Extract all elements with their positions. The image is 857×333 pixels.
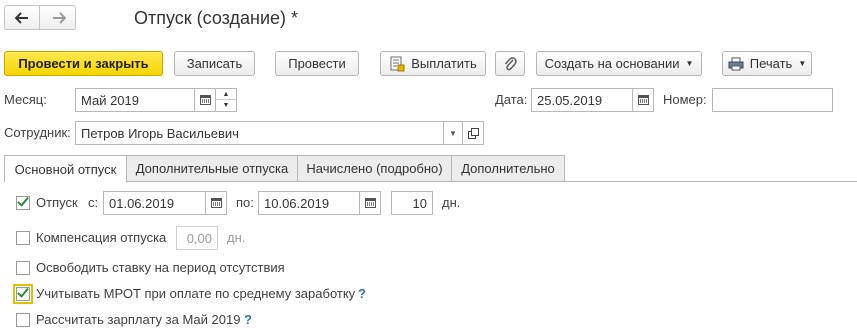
tab-additional[interactable]: Дополнительно xyxy=(451,155,565,182)
vacation-days-field[interactable]: 10 xyxy=(391,191,433,215)
mrot-help-icon[interactable]: ? xyxy=(358,286,366,301)
compensation-label: Компенсация отпуска xyxy=(36,230,167,245)
tab-main-vacation[interactable]: Основной отпуск xyxy=(4,155,127,183)
save-button[interactable]: Записать xyxy=(174,51,255,76)
release-rate-label: Освободить ставку на период отсутствия xyxy=(36,260,285,275)
create-based-on-label: Создать на основании xyxy=(544,56,680,71)
attach-button[interactable] xyxy=(495,51,525,76)
calc-salary-help-icon[interactable]: ? xyxy=(244,312,252,327)
pay-button-label: Выплатить xyxy=(411,56,477,71)
printer-icon xyxy=(728,57,744,70)
mrot-label: Учитывать МРОТ при оплате по среднему за… xyxy=(36,286,356,301)
print-button[interactable]: Печать ▼ xyxy=(722,51,812,76)
calendar-icon xyxy=(210,198,222,208)
pay-button[interactable]: Выплатить xyxy=(380,51,486,76)
month-calendar-button[interactable] xyxy=(194,88,216,112)
date-field[interactable]: 25.05.2019 xyxy=(531,88,633,112)
number-label: Номер: xyxy=(663,92,707,107)
vacation-to-calendar-button[interactable] xyxy=(359,191,381,215)
open-object-icon xyxy=(467,127,479,139)
document-pay-icon xyxy=(390,56,405,71)
vacation-label: Отпуск xyxy=(36,195,78,210)
vacation-to-label: по: xyxy=(236,195,254,210)
employee-open-button[interactable] xyxy=(462,121,484,145)
vacation-from-calendar-button[interactable] xyxy=(205,191,227,215)
vacation-checkbox[interactable] xyxy=(16,194,30,210)
calendar-icon xyxy=(637,95,649,105)
dropdown-arrow-icon: ▼ xyxy=(449,128,457,138)
compensation-checkbox[interactable] xyxy=(16,231,30,245)
spin-up-icon[interactable]: ▲ xyxy=(216,89,236,100)
vacation-from-field[interactable]: 01.06.2019 xyxy=(103,191,206,215)
dropdown-arrow-icon: ▼ xyxy=(798,59,807,68)
spin-down-icon[interactable]: ▼ xyxy=(216,100,236,111)
mrot-checkbox[interactable] xyxy=(13,284,33,304)
date-label: Дата: xyxy=(495,92,528,107)
calendar-icon xyxy=(199,95,211,105)
calc-salary-label: Рассчитать зарплату за Май 2019 xyxy=(36,312,241,327)
create-based-on-button[interactable]: Создать на основании ▼ xyxy=(536,51,702,76)
vacation-days-unit: дн. xyxy=(442,195,461,210)
month-field[interactable]: Май 2019 xyxy=(75,88,195,112)
compensation-days-unit: дн. xyxy=(227,230,246,245)
calc-salary-checkbox[interactable] xyxy=(16,313,30,327)
employee-field[interactable]: Петров Игорь Васильевич xyxy=(75,121,444,145)
release-rate-checkbox[interactable] xyxy=(16,261,30,275)
nav-group xyxy=(4,5,76,30)
checkmark-icon xyxy=(17,285,29,298)
dropdown-arrow-icon: ▼ xyxy=(685,59,694,68)
employee-dropdown-button[interactable]: ▼ xyxy=(443,121,463,145)
paperclip-icon xyxy=(504,56,517,70)
post-button[interactable]: Провести xyxy=(275,51,359,76)
month-label: Месяц: xyxy=(4,92,47,107)
compensation-days-field: 0,00 xyxy=(176,226,218,250)
print-button-label: Печать xyxy=(749,56,793,71)
arrow-right-icon xyxy=(52,11,66,24)
page-title: Отпуск (создание) * xyxy=(134,8,299,28)
vacation-to-field[interactable]: 10.06.2019 xyxy=(258,191,360,215)
tab-accrued-detailed[interactable]: Начислено (подробно) xyxy=(297,155,452,182)
number-field[interactable] xyxy=(712,88,833,112)
back-button[interactable] xyxy=(5,6,40,29)
tab-additional-vacations[interactable]: Дополнительные отпуска xyxy=(126,155,298,182)
checkmark-icon xyxy=(17,194,29,207)
vacation-from-label: с: xyxy=(88,195,99,210)
calendar-icon xyxy=(364,198,376,208)
arrow-left-icon xyxy=(15,11,28,24)
date-calendar-button[interactable] xyxy=(632,88,654,112)
forward-button[interactable] xyxy=(41,6,76,29)
employee-label: Сотрудник: xyxy=(4,125,71,140)
post-and-close-button[interactable]: Провести и закрыть xyxy=(4,51,163,76)
month-spinner[interactable]: ▲ ▼ xyxy=(215,88,237,112)
